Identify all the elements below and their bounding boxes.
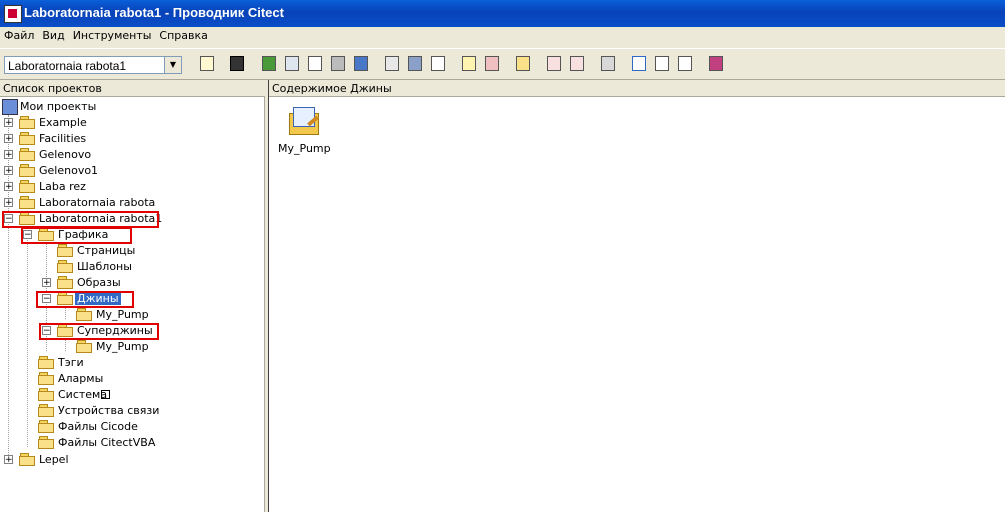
folder-icon	[19, 196, 35, 209]
properties-icon[interactable]	[598, 54, 619, 74]
tree-label: Образы	[77, 276, 121, 289]
tree-label: Файлы CitectVBA	[58, 436, 156, 449]
tree-label: Example	[39, 116, 87, 129]
highlight-box	[39, 323, 159, 340]
tree-label: Мои проекты	[20, 100, 97, 113]
layout-icon[interactable]	[405, 54, 426, 74]
import-icon[interactable]	[544, 54, 565, 74]
folder-icon	[76, 340, 92, 353]
help-book-icon[interactable]	[706, 54, 727, 74]
tree-label: Шаблоны	[77, 260, 132, 273]
folder-icon	[38, 372, 54, 385]
genie-icon	[287, 105, 321, 137]
highlight-box	[2, 211, 159, 228]
tree-label: Устройства связи	[58, 404, 160, 417]
tree-label: Gelenovo	[39, 148, 92, 161]
folder-icon	[38, 356, 54, 369]
printer-icon[interactable]	[328, 54, 349, 74]
list-view-icon[interactable]	[652, 54, 673, 74]
folder-icon	[38, 404, 54, 417]
folder-icon	[19, 164, 35, 177]
title-bar: Laboratornaia rabota1 - Проводник Citect	[0, 0, 1005, 27]
expand-icon[interactable]: +	[4, 134, 13, 144]
tree-label: My_Pump	[96, 340, 149, 353]
chevron-down-icon[interactable]: ▼	[164, 57, 181, 73]
folder-icon	[19, 132, 35, 145]
expand-icon[interactable]: +	[4, 455, 13, 465]
toolbar: Laboratornaia rabota1 ▼	[0, 48, 1005, 80]
small-icons-view-icon[interactable]	[629, 54, 650, 74]
document-icon[interactable]	[305, 54, 326, 74]
expand-icon[interactable]: +	[4, 118, 13, 128]
tree-label: My_Pump	[96, 308, 149, 321]
expand-icon[interactable]: +	[4, 150, 13, 160]
menu-tools[interactable]: Инструменты	[69, 27, 156, 44]
folder-icon	[38, 436, 54, 449]
folder-icon[interactable]	[513, 54, 534, 74]
expand-icon[interactable]: +	[4, 198, 13, 208]
tree-label: Система	[58, 388, 108, 401]
tree-label: Алармы	[58, 372, 104, 385]
folder-icon	[76, 308, 92, 321]
details-view-icon[interactable]	[675, 54, 696, 74]
new-icon[interactable]	[197, 54, 218, 74]
tree-label: Страницы	[77, 244, 136, 257]
genie-item-my-pump[interactable]: My_Pump	[278, 105, 331, 155]
expand-icon[interactable]: +	[4, 166, 13, 176]
item-label: My_Pump	[278, 142, 331, 155]
project-tree: Мои проекты + Example + Facilities + Gel…	[0, 97, 265, 512]
project-list-header: Список проектов	[0, 80, 265, 97]
box-glyph-icon	[101, 390, 110, 399]
tree-label: Laboratornaia rabota	[39, 196, 156, 209]
calculator-icon[interactable]	[227, 54, 248, 74]
folder-icon	[19, 148, 35, 161]
menu-help[interactable]: Справка	[155, 27, 211, 44]
expand-icon[interactable]: +	[42, 278, 51, 288]
menu-bar: Файл Вид Инструменты Справка	[0, 27, 1005, 45]
globe-icon[interactable]	[351, 54, 372, 74]
folder-icon	[19, 180, 35, 193]
project-combo[interactable]: Laboratornaia rabota1 ▼	[4, 56, 182, 74]
tree-label: Тэги	[58, 356, 84, 369]
folder-icon	[38, 420, 54, 433]
tree-label: Файлы Cicode	[58, 420, 138, 433]
new-item-icon[interactable]	[459, 54, 480, 74]
copy-icon[interactable]	[382, 54, 403, 74]
highlight-box	[36, 291, 134, 308]
tree-label: Laba rez	[39, 180, 86, 193]
tree-label: Facilities	[39, 132, 87, 145]
delete-icon[interactable]	[482, 54, 503, 74]
window-title: Laboratornaia rabota1 - Проводник Citect	[24, 5, 284, 20]
computer-icon	[2, 99, 18, 115]
folder-icon	[19, 453, 35, 466]
expand-icon[interactable]: +	[4, 182, 13, 192]
edit-icon[interactable]	[282, 54, 303, 74]
content-header: Содержимое Джины	[269, 80, 1005, 97]
list-icon[interactable]	[428, 54, 449, 74]
menu-view[interactable]: Вид	[38, 27, 68, 44]
project-combo-value: Laboratornaia rabota1	[8, 59, 127, 73]
tree-label: Gelenovo1	[39, 164, 99, 177]
folder-icon	[57, 276, 73, 289]
folder-icon	[57, 244, 73, 257]
menu-file[interactable]: Файл	[0, 27, 38, 44]
folder-icon	[57, 260, 73, 273]
network-icon[interactable]	[259, 54, 280, 74]
folder-icon	[19, 116, 35, 129]
folder-icon	[38, 388, 54, 401]
content-pane: My_Pump	[269, 97, 1005, 512]
highlight-box	[21, 227, 132, 244]
tree-label: Lepel	[39, 453, 69, 466]
export-icon[interactable]	[567, 54, 588, 74]
app-icon	[4, 5, 22, 23]
